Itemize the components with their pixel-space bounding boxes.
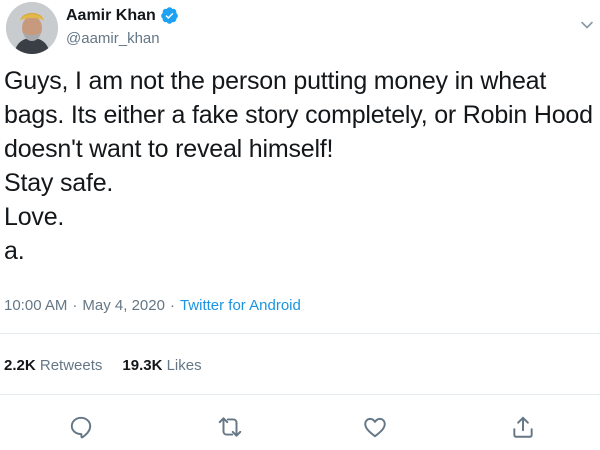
tweet-text: Guys, I am not the person putting money …	[4, 67, 593, 265]
verified-badge-icon	[160, 6, 179, 25]
author-row: Aamir Khan	[66, 6, 179, 25]
divider	[0, 333, 600, 334]
retweet-icon[interactable]	[217, 414, 243, 440]
meta-separator: ·	[169, 297, 175, 314]
tweet-card: Aamir Khan @aamir_khan Guys, I am not th…	[0, 0, 600, 450]
avatar[interactable]	[6, 2, 58, 54]
likes-label: Likes	[166, 357, 202, 374]
tweet-time[interactable]: 10:00 AM	[4, 297, 67, 314]
retweets-count: 2.2K	[4, 357, 36, 374]
meta-separator: ·	[72, 297, 78, 314]
tweet-date[interactable]: May 4, 2020	[82, 297, 165, 314]
reply-icon[interactable]	[68, 414, 94, 440]
tweet-stats: 2.2K Retweets 19.3K Likes	[4, 357, 202, 374]
retweets-stat[interactable]: 2.2K Retweets	[4, 357, 102, 374]
divider	[0, 394, 600, 395]
likes-stat[interactable]: 19.3K Likes	[122, 357, 201, 374]
share-icon[interactable]	[510, 414, 536, 440]
retweets-label: Retweets	[39, 357, 103, 374]
likes-count: 19.3K	[122, 357, 163, 374]
user-handle[interactable]: @aamir_khan	[66, 30, 160, 47]
display-name[interactable]: Aamir Khan	[66, 7, 156, 25]
chevron-down-icon[interactable]	[580, 18, 594, 32]
tweet-metadata: 10:00 AM · May 4, 2020 · Twitter for And…	[4, 297, 301, 314]
action-bar	[0, 410, 600, 444]
tweet-source-link[interactable]: Twitter for Android	[180, 297, 301, 314]
like-icon[interactable]	[362, 414, 388, 440]
avatar-image	[6, 2, 58, 54]
